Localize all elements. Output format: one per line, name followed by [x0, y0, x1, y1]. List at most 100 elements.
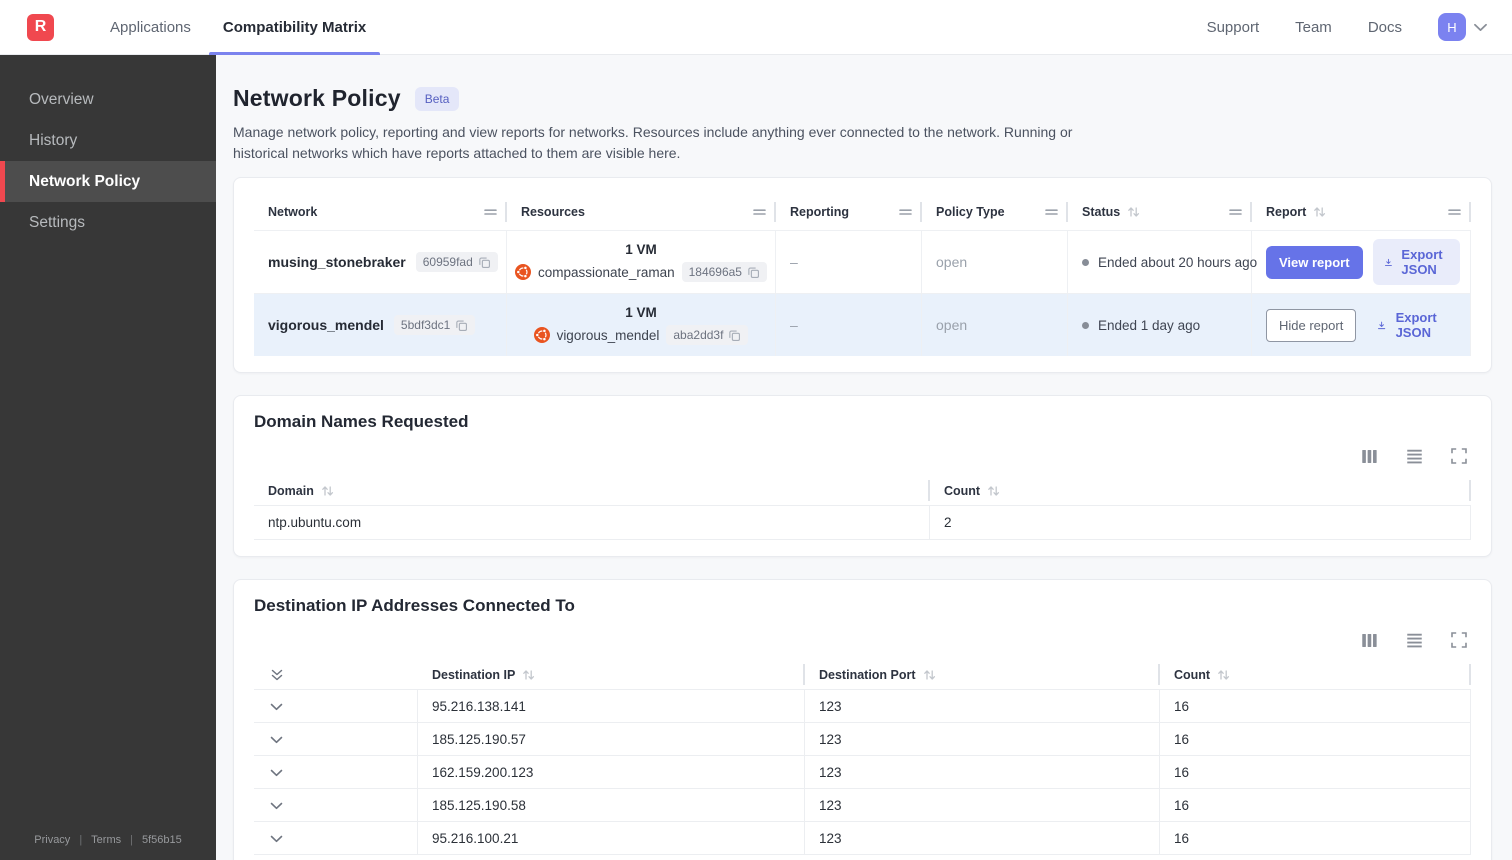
destination-port-cell: 123	[805, 690, 1160, 722]
export-json-button[interactable]: Export JSON	[1372, 239, 1460, 285]
fullscreen-icon[interactable]	[1451, 632, 1467, 648]
top-navbar: R Applications Compatibility Matrix Supp…	[0, 0, 1512, 55]
sidebar: Overview History Network Policy Settings…	[0, 55, 216, 860]
destination-port-cell: 123	[805, 822, 1160, 854]
network-id: 5bdf3dc1	[400, 318, 451, 332]
nav-link-docs[interactable]: Docs	[1368, 19, 1402, 36]
column-header-resources[interactable]: Resources	[507, 194, 776, 230]
footer-divider: |	[79, 834, 83, 846]
chevron-down-icon	[270, 802, 283, 809]
clipped-row	[254, 854, 1471, 860]
sort-icon[interactable]	[923, 669, 936, 681]
column-header-domain[interactable]: Domain	[254, 476, 930, 505]
column-header-network[interactable]: Network	[254, 194, 507, 230]
ubuntu-icon	[515, 264, 532, 280]
expand-all-icon[interactable]	[254, 660, 418, 689]
terms-link[interactable]: Terms	[91, 834, 121, 846]
copy-icon[interactable]	[455, 319, 468, 332]
count-cell: 16	[1160, 789, 1471, 821]
column-header-status[interactable]: Status	[1068, 194, 1252, 230]
sidebar-item-history[interactable]: History	[0, 120, 216, 161]
destination-ip-cell: 185.125.190.57	[418, 723, 805, 755]
card-title: Domain Names Requested	[254, 412, 469, 431]
column-drag-icon[interactable]	[1229, 208, 1242, 216]
row-expander[interactable]	[254, 756, 418, 788]
avatar[interactable]: H	[1438, 13, 1466, 41]
sidebar-item-settings[interactable]: Settings	[0, 202, 216, 243]
nav-tab-compatibility-matrix[interactable]: Compatibility Matrix	[207, 0, 382, 55]
column-drag-icon[interactable]	[753, 208, 766, 216]
destination-ip-cell: 185.125.190.58	[418, 789, 805, 821]
hide-report-button[interactable]: Hide report	[1266, 308, 1357, 342]
copy-icon[interactable]	[478, 256, 491, 269]
report-cell: Hide report Export JSON	[1252, 294, 1471, 356]
page-title: Network Policy	[233, 85, 401, 111]
view-report-button[interactable]: View report	[1266, 245, 1363, 279]
column-header-count[interactable]: Count	[930, 476, 1471, 505]
fullscreen-icon[interactable]	[1451, 448, 1467, 464]
policy-type-cell: open	[922, 294, 1068, 356]
column-header-policy-type[interactable]: Policy Type	[922, 194, 1068, 230]
column-drag-icon[interactable]	[1045, 208, 1058, 216]
status-cell: Ended about 20 hours ago	[1068, 231, 1257, 293]
sidebar-item-network-policy[interactable]: Network Policy	[0, 161, 216, 202]
navbar-right: Support Team Docs H	[1207, 13, 1488, 41]
row-expander[interactable]	[254, 789, 418, 821]
column-header-report[interactable]: Report	[1252, 194, 1471, 230]
build-version: 5f56b15	[141, 834, 182, 846]
row-expander[interactable]	[254, 822, 418, 854]
resource-name[interactable]: vigorous_mendel	[557, 328, 660, 343]
network-cell: musing_stonebraker 60959fad	[254, 231, 507, 293]
column-header-count[interactable]: Count	[1160, 660, 1471, 689]
sort-icon[interactable]	[1313, 206, 1326, 218]
count-cell: 2	[930, 506, 1471, 539]
column-drag-icon[interactable]	[484, 208, 497, 216]
destination-row: 95.216.138.141 123 16	[254, 689, 1471, 722]
privacy-link[interactable]: Privacy	[34, 834, 70, 846]
column-header-reporting[interactable]: Reporting	[776, 194, 922, 230]
count-cell: 16	[1160, 756, 1471, 788]
copy-icon[interactable]	[747, 266, 760, 279]
sort-icon[interactable]	[522, 669, 535, 681]
sidebar-item-overview[interactable]: Overview	[0, 79, 216, 120]
list-icon[interactable]	[1406, 449, 1423, 464]
column-drag-icon[interactable]	[899, 208, 912, 216]
primary-nav: Applications Compatibility Matrix	[94, 0, 382, 55]
row-expander[interactable]	[254, 690, 418, 722]
destination-row: 185.125.190.58 123 16	[254, 788, 1471, 821]
network-name[interactable]: musing_stonebraker	[268, 254, 406, 270]
status-text: Ended 1 day ago	[1098, 317, 1201, 333]
resources-cell: 1 VM vigorous_mendel aba2dd3f	[507, 294, 776, 356]
nav-link-support[interactable]: Support	[1207, 19, 1260, 36]
list-icon[interactable]	[1406, 633, 1423, 648]
column-header-destination-port[interactable]: Destination Port	[805, 660, 1160, 689]
nav-link-team[interactable]: Team	[1295, 19, 1332, 36]
domains-table-header: Domain Count	[254, 476, 1471, 505]
beta-badge: Beta	[414, 86, 460, 111]
export-json-button[interactable]: Export JSON	[1366, 302, 1456, 348]
column-label: Policy Type	[936, 205, 1005, 219]
column-label: Count	[944, 483, 981, 498]
nav-tab-applications[interactable]: Applications	[94, 0, 207, 55]
app-logo[interactable]: R	[27, 13, 54, 41]
network-table-row: musing_stonebraker 60959fad 1 VM compass…	[254, 230, 1471, 293]
columns-icon[interactable]	[1361, 633, 1378, 648]
network-table-row: vigorous_mendel 5bdf3dc1 1 VM vigorous_m…	[254, 293, 1471, 356]
sort-icon[interactable]	[321, 485, 334, 497]
network-name[interactable]: vigorous_mendel	[268, 317, 384, 333]
sort-icon[interactable]	[987, 485, 1000, 497]
vm-count: 1 VM	[625, 242, 657, 257]
network-id-badge: 5bdf3dc1	[393, 315, 476, 335]
column-header-destination-ip[interactable]: Destination IP	[418, 660, 805, 689]
resource-name[interactable]: compassionate_raman	[538, 265, 675, 280]
column-label: Reporting	[790, 205, 850, 219]
resources-cell: 1 VM compassionate_raman 184696a5	[507, 231, 776, 293]
sort-icon[interactable]	[1127, 206, 1140, 218]
row-expander[interactable]	[254, 723, 418, 755]
domain-cell: ntp.ubuntu.com	[254, 506, 930, 539]
copy-icon[interactable]	[728, 329, 741, 342]
user-menu[interactable]: H	[1438, 13, 1488, 41]
columns-icon[interactable]	[1361, 449, 1378, 464]
column-drag-icon[interactable]	[1448, 208, 1461, 216]
sort-icon[interactable]	[1217, 669, 1230, 681]
